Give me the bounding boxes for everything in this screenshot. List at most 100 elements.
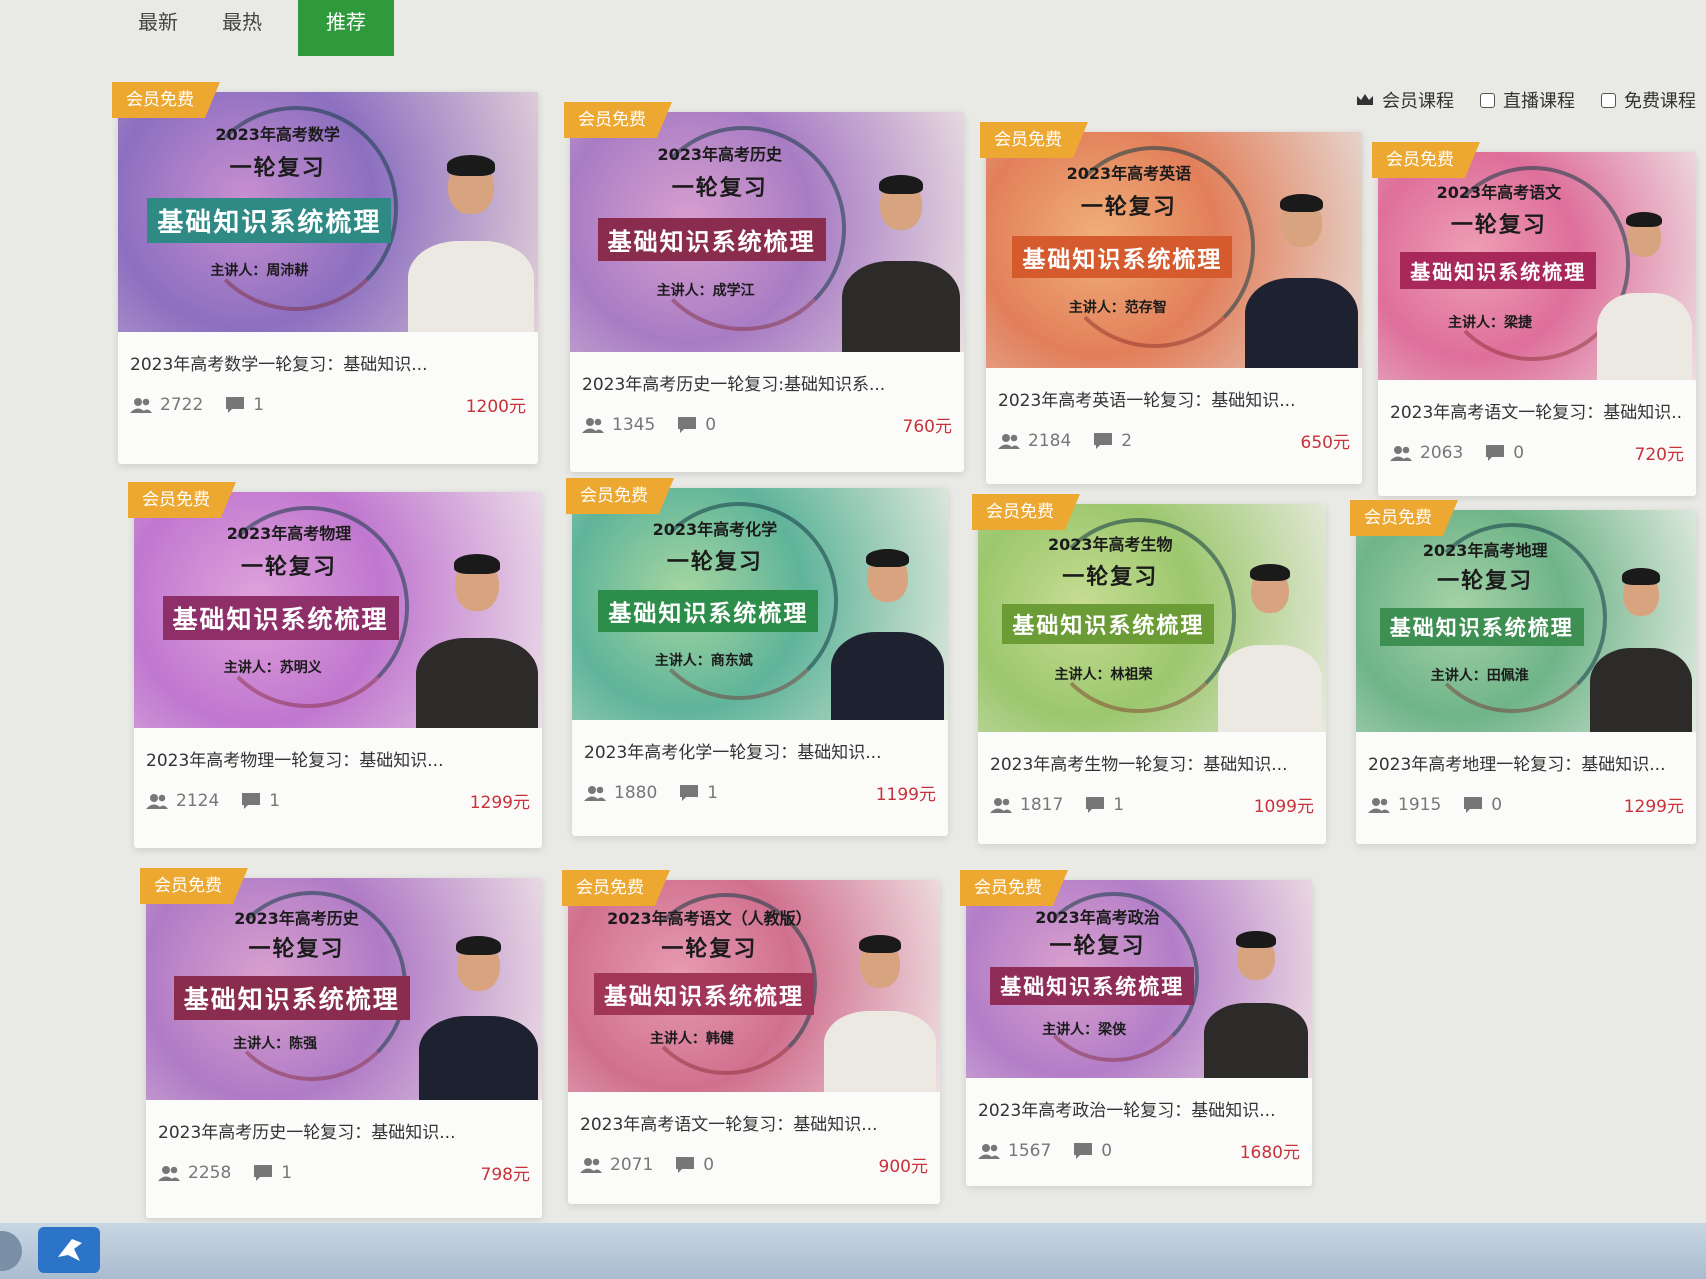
course-title[interactable]: 2023年高考历史一轮复习:基础知识系... [582, 370, 952, 395]
course-card[interactable]: 2023年高考英语 一轮复习 基础知识系统梳理 主讲人：范存智 会员免费 2023年高考英… [980, 122, 1362, 484]
thumbnail-banner: 基础知识系统梳理 [162, 595, 399, 640]
course-title[interactable]: 2023年高考化学一轮复习：基础知识... [584, 738, 936, 763]
course-thumbnail[interactable]: 2023年高考语文（人教版） 一轮复习 基础知识系统梳理 主讲人：韩健 [568, 880, 940, 1092]
lecturer-hair [859, 935, 902, 954]
students-count: 1345 [582, 415, 655, 435]
filter-live-courses[interactable]: 直播课程 [1480, 87, 1575, 113]
thumbnail-review-label: 一轮复习 [229, 155, 326, 181]
course-title[interactable]: 2023年高考语文一轮复习：基础知识... [1390, 398, 1684, 423]
students-count: 1915 [1368, 795, 1441, 815]
tab-recommended[interactable]: 推荐 [298, 0, 394, 56]
users-icon [978, 1143, 1000, 1159]
students-count: 2063 [1390, 443, 1463, 463]
filter-label: 会员课程 [1382, 91, 1454, 112]
tab-latest[interactable]: 最新 [128, 0, 188, 56]
thumbnail-banner: 基础知识系统梳理 [1379, 607, 1584, 646]
filter-free-courses[interactable]: 免费课程 [1601, 87, 1696, 113]
users-icon [582, 417, 604, 433]
member-free-badge: 会员免费 [566, 478, 674, 514]
course-thumbnail[interactable]: 2023年高考数学 一轮复习 基础知识系统梳理 主讲人：周沛耕 [118, 92, 538, 332]
users-icon [158, 1165, 180, 1181]
comments-value: 1 [1113, 794, 1125, 815]
course-card[interactable]: 2023年高考政治 一轮复习 基础知识系统梳理 主讲人：梁侠 会员免费 2023年高考政治… [960, 870, 1312, 1186]
course-thumbnail[interactable]: 2023年高考化学 一轮复习 基础知识系统梳理 主讲人：商东斌 [572, 488, 948, 720]
students-value: 2258 [188, 1162, 232, 1183]
thumbnail-course-year-subject: 2023年高考历史 [234, 908, 359, 928]
students-value: 1915 [1398, 794, 1442, 815]
thumbnail-review-label: 一轮复习 [666, 549, 763, 575]
comments-count: 1 [1085, 795, 1124, 815]
course-thumbnail[interactable]: 2023年高考语文 一轮复习 基础知识系统梳理 主讲人：梁捷 [1378, 152, 1696, 380]
course-stats: 2071 0 900元 [580, 1152, 928, 1177]
course-title[interactable]: 2023年高考历史一轮复习：基础知识... [158, 1118, 530, 1143]
course-thumbnail[interactable]: 2023年高考历史 一轮复习 基础知识系统梳理 主讲人：陈强 [146, 878, 542, 1100]
lecturer-body [1590, 647, 1692, 732]
thumbnail-review-label: 一轮复习 [671, 175, 768, 201]
start-button[interactable] [0, 1231, 22, 1271]
course-thumbnail[interactable]: 2023年高考英语 一轮复习 基础知识系统梳理 主讲人：范存智 [986, 132, 1362, 368]
course-title[interactable]: 2023年高考生物一轮复习：基础知识... [990, 750, 1314, 775]
filter-member-courses[interactable]: 会员课程 [1356, 87, 1454, 113]
course-card[interactable]: 2023年高考地理 一轮复习 基础知识系统梳理 主讲人：田佩淮 会员免费 2023年高考地… [1350, 500, 1696, 844]
course-tabs: 最新 最热 推荐 [0, 0, 1706, 60]
comments-count: 1 [241, 791, 280, 811]
checkbox-icon[interactable] [1601, 92, 1616, 108]
course-card[interactable]: 2023年高考历史 一轮复习 基础知识系统梳理 主讲人：陈强 会员免费 2023年高考历史… [140, 868, 542, 1218]
course-title[interactable]: 2023年高考英语一轮复习：基础知识... [998, 386, 1350, 411]
comments-value: 0 [703, 1154, 715, 1175]
course-stats: 2063 0 720元 [1390, 440, 1684, 465]
course-card[interactable]: 2023年高考语文（人教版） 一轮复习 基础知识系统梳理 主讲人：韩健 会员免费 2023… [562, 870, 940, 1204]
course-thumbnail[interactable]: 2023年高考政治 一轮复习 基础知识系统梳理 主讲人：梁侠 [966, 880, 1312, 1078]
students-value: 1345 [612, 414, 656, 435]
lecturer-photo [1204, 931, 1308, 1078]
lecturer-body [419, 1015, 538, 1100]
course-title[interactable]: 2023年高考物理一轮复习：基础知识... [146, 746, 530, 771]
lecturer-hair [453, 554, 500, 574]
thumbnail-course-year-subject: 2023年高考物理 [226, 524, 352, 544]
thumbnail-banner: 基础知识系统梳理 [597, 217, 826, 261]
thumbnail-lecturer: 主讲人：韩健 [649, 1031, 734, 1048]
course-card[interactable]: 2023年高考语文 一轮复习 基础知识系统梳理 主讲人：梁捷 会员免费 2023年高考语文… [1372, 142, 1696, 496]
course-stats: 2258 1 798元 [158, 1160, 530, 1185]
comment-icon [226, 396, 245, 413]
course-card[interactable]: 2023年高考数学 一轮复习 基础知识系统梳理 主讲人：周沛耕 会员免费 2023年高考数… [112, 82, 538, 464]
thumbnail-course-year-subject: 2023年高考英语 [1066, 164, 1192, 184]
thumbnail-banner: 基础知识系统梳理 [598, 590, 819, 633]
lecturer-hair [1280, 194, 1323, 213]
filter-label: 免费课程 [1624, 91, 1696, 112]
thumbnail-course-year-subject: 2023年高考地理 [1422, 540, 1548, 560]
course-filters: 会员课程 直播课程 免费课程 [1356, 80, 1696, 120]
comments-value: 0 [705, 414, 717, 435]
thumbnail-lecturer: 主讲人：梁侠 [1042, 1021, 1127, 1038]
course-card[interactable]: 2023年高考物理 一轮复习 基础知识系统梳理 主讲人：苏明义 会员免费 2023年高考物… [128, 482, 542, 848]
students-count: 2258 [158, 1163, 231, 1183]
course-thumbnail[interactable]: 2023年高考物理 一轮复习 基础知识系统梳理 主讲人：苏明义 [134, 492, 542, 728]
course-title[interactable]: 2023年高考数学一轮复习：基础知识... [130, 350, 526, 375]
course-thumbnail[interactable]: 2023年高考历史 一轮复习 基础知识系统梳理 主讲人：成学江 [570, 112, 964, 352]
comments-count: 0 [675, 1155, 714, 1175]
students-value: 1567 [1008, 1140, 1052, 1161]
thumbnail-review-label: 一轮复习 [1450, 212, 1547, 238]
course-thumbnail[interactable]: 2023年高考地理 一轮复习 基础知识系统梳理 主讲人：田佩淮 [1356, 510, 1696, 732]
course-card[interactable]: 2023年高考历史 一轮复习 基础知识系统梳理 主讲人：成学江 会员免费 2023年高考历… [564, 102, 964, 472]
course-stats: 1567 0 1680元 [978, 1138, 1300, 1163]
lecturer-photo [831, 548, 944, 720]
course-card[interactable]: 2023年高考化学 一轮复习 基础知识系统梳理 主讲人：商东斌 会员免费 2023年高考化… [566, 478, 948, 836]
course-title[interactable]: 2023年高考语文一轮复习：基础知识... [580, 1110, 928, 1135]
course-thumbnail[interactable]: 2023年高考生物 一轮复习 基础知识系统梳理 主讲人：林祖荣 [978, 504, 1326, 732]
taskbar [0, 1223, 1706, 1279]
comments-value: 0 [1101, 1140, 1113, 1161]
lecturer-photo [419, 936, 538, 1100]
course-price: 720元 [1634, 445, 1684, 465]
course-title[interactable]: 2023年高考地理一轮复习：基础知识... [1368, 750, 1684, 775]
checkbox-icon[interactable] [1480, 92, 1495, 108]
comments-count: 2 [1093, 431, 1132, 451]
comment-icon [678, 416, 697, 433]
tab-hottest[interactable]: 最热 [212, 0, 272, 56]
course-card[interactable]: 2023年高考生物 一轮复习 基础知识系统梳理 主讲人：林祖荣 会员免费 2023年高考生… [972, 494, 1326, 844]
course-price: 1299元 [469, 793, 530, 813]
course-title[interactable]: 2023年高考政治一轮复习：基础知识... [978, 1096, 1300, 1121]
app-icon[interactable] [38, 1227, 100, 1273]
students-value: 2124 [176, 790, 220, 811]
thumbnail-lecturer: 主讲人：商东斌 [654, 653, 753, 670]
